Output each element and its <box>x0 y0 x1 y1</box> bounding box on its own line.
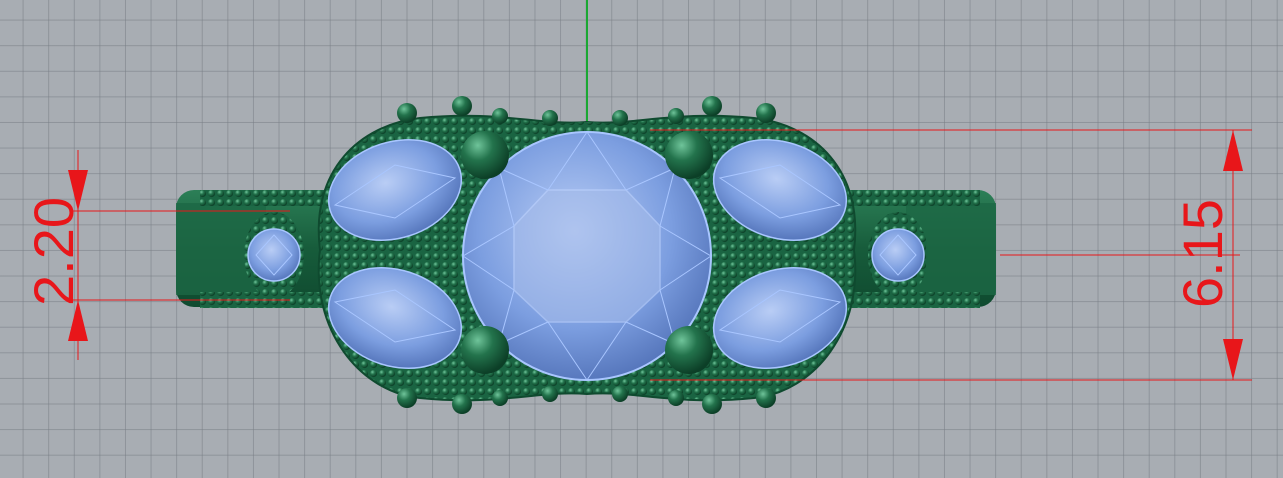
dimension-left-value: 2.20 <box>22 197 85 306</box>
side-stone-left[interactable] <box>244 212 304 298</box>
side-stone-right[interactable] <box>868 212 928 298</box>
3d-viewport[interactable]: 2.20 6.15 <box>0 0 1283 478</box>
dimension-right-value: 6.15 <box>1171 199 1234 308</box>
